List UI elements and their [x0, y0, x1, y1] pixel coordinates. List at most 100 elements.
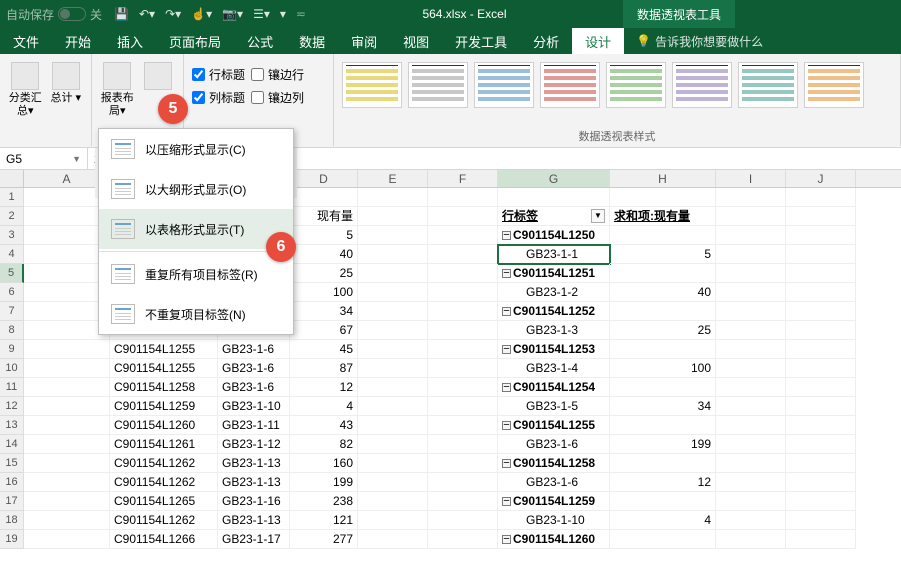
tab-设计[interactable]: 设计 [572, 28, 624, 54]
cell[interactable]: 现有量 [290, 207, 358, 226]
tab-开始[interactable]: 开始 [52, 28, 104, 54]
cell[interactable] [24, 359, 110, 378]
column-header[interactable]: F [428, 170, 498, 187]
cell[interactable] [786, 435, 856, 454]
cell[interactable] [358, 226, 428, 245]
row-header[interactable]: 17 [0, 492, 24, 511]
cell[interactable] [24, 378, 110, 397]
cell[interactable] [716, 454, 786, 473]
cell[interactable] [786, 340, 856, 359]
cell[interactable] [290, 188, 358, 207]
cell[interactable] [358, 454, 428, 473]
cell[interactable] [786, 511, 856, 530]
row-header[interactable]: 16 [0, 473, 24, 492]
layout-menu-item[interactable]: 以大纲形式显示(O) [99, 169, 293, 209]
cell[interactable] [786, 188, 856, 207]
column-header[interactable]: J [786, 170, 856, 187]
cell[interactable] [428, 473, 498, 492]
cell[interactable] [358, 264, 428, 283]
column-header[interactable]: H [610, 170, 716, 187]
cell[interactable]: 43 [290, 416, 358, 435]
cell[interactable] [716, 188, 786, 207]
cell[interactable]: 82 [290, 435, 358, 454]
cell[interactable] [24, 340, 110, 359]
cell[interactable] [716, 416, 786, 435]
cell[interactable]: GB23-1-13 [218, 454, 290, 473]
cell[interactable] [24, 454, 110, 473]
cell[interactable]: −C901154L1250 [498, 226, 610, 245]
cell[interactable] [428, 340, 498, 359]
cell[interactable] [786, 302, 856, 321]
report-layout-button[interactable]: 报表布 局▾ [100, 58, 135, 118]
cell[interactable] [716, 283, 786, 302]
cell[interactable]: GB23-1-3 [498, 321, 610, 340]
cell[interactable] [358, 245, 428, 264]
cell[interactable] [428, 511, 498, 530]
cell[interactable]: 199 [290, 473, 358, 492]
tab-文件[interactable]: 文件 [0, 28, 52, 54]
collapse-icon[interactable]: − [502, 345, 511, 354]
cell[interactable] [716, 511, 786, 530]
camera-icon[interactable]: 📷▾ [222, 7, 243, 21]
redo-icon[interactable]: ↷▾ [165, 7, 181, 21]
grandtotals-button[interactable]: 总计 ▾ [49, 58, 84, 105]
cell[interactable] [24, 397, 110, 416]
cell[interactable]: 5 [290, 226, 358, 245]
cell[interactable] [358, 511, 428, 530]
cell[interactable]: −C901154L1260 [498, 530, 610, 549]
cell[interactable]: 34 [290, 302, 358, 321]
autosave-toggle[interactable]: 自动保存 关 [6, 6, 102, 23]
cell[interactable] [428, 302, 498, 321]
tab-插入[interactable]: 插入 [104, 28, 156, 54]
cell[interactable]: −C901154L1254 [498, 378, 610, 397]
cell[interactable] [716, 378, 786, 397]
cell[interactable] [358, 283, 428, 302]
cell[interactable] [428, 207, 498, 226]
cell[interactable] [428, 264, 498, 283]
collapse-icon[interactable]: − [502, 497, 511, 506]
cell[interactable]: GB23-1-6 [498, 473, 610, 492]
cell[interactable] [358, 321, 428, 340]
cell[interactable]: GB23-1-13 [218, 473, 290, 492]
cell[interactable]: 100 [290, 283, 358, 302]
subtotals-button[interactable]: 分类汇 总▾ [8, 58, 43, 118]
cell[interactable]: C901154L1255 [110, 359, 218, 378]
blank-rows-button[interactable] [141, 58, 176, 92]
cell[interactable]: 4 [610, 511, 716, 530]
cell[interactable]: C901154L1255 [110, 340, 218, 359]
filter-dropdown-icon[interactable]: ▼ [591, 209, 605, 223]
cell[interactable] [610, 188, 716, 207]
tell-me-input[interactable]: 💡告诉我你想要做什么 [624, 28, 775, 54]
cell[interactable] [358, 397, 428, 416]
cell[interactable]: C901154L1266 [110, 530, 218, 549]
cell[interactable]: −C901154L1253 [498, 340, 610, 359]
cell[interactable] [358, 492, 428, 511]
cell[interactable]: GB23-1-10 [218, 397, 290, 416]
touch-icon[interactable]: ☝▾ [191, 7, 212, 21]
cell[interactable]: C901154L1262 [110, 511, 218, 530]
cell[interactable] [428, 530, 498, 549]
cell[interactable] [24, 511, 110, 530]
cell[interactable]: −C901154L1252 [498, 302, 610, 321]
cell[interactable] [716, 435, 786, 454]
cell[interactable] [786, 530, 856, 549]
cell[interactable] [358, 340, 428, 359]
cell[interactable] [358, 530, 428, 549]
cell[interactable] [716, 530, 786, 549]
cell[interactable]: GB23-1-6 [498, 435, 610, 454]
cell[interactable]: 12 [610, 473, 716, 492]
cell[interactable]: GB23-1-2 [498, 283, 610, 302]
cell[interactable] [610, 454, 716, 473]
tab-分析[interactable]: 分析 [520, 28, 572, 54]
cell[interactable] [786, 378, 856, 397]
cell[interactable] [358, 359, 428, 378]
cell[interactable] [358, 302, 428, 321]
layout-menu-item[interactable]: 以压缩形式显示(C) [99, 129, 293, 169]
col-headers-check[interactable]: 列标题 [192, 89, 245, 106]
column-header[interactable]: G [498, 170, 610, 187]
cell[interactable] [428, 359, 498, 378]
cell[interactable]: GB23-1-13 [218, 511, 290, 530]
cell[interactable] [716, 321, 786, 340]
cell[interactable] [716, 473, 786, 492]
cell[interactable]: 12 [290, 378, 358, 397]
